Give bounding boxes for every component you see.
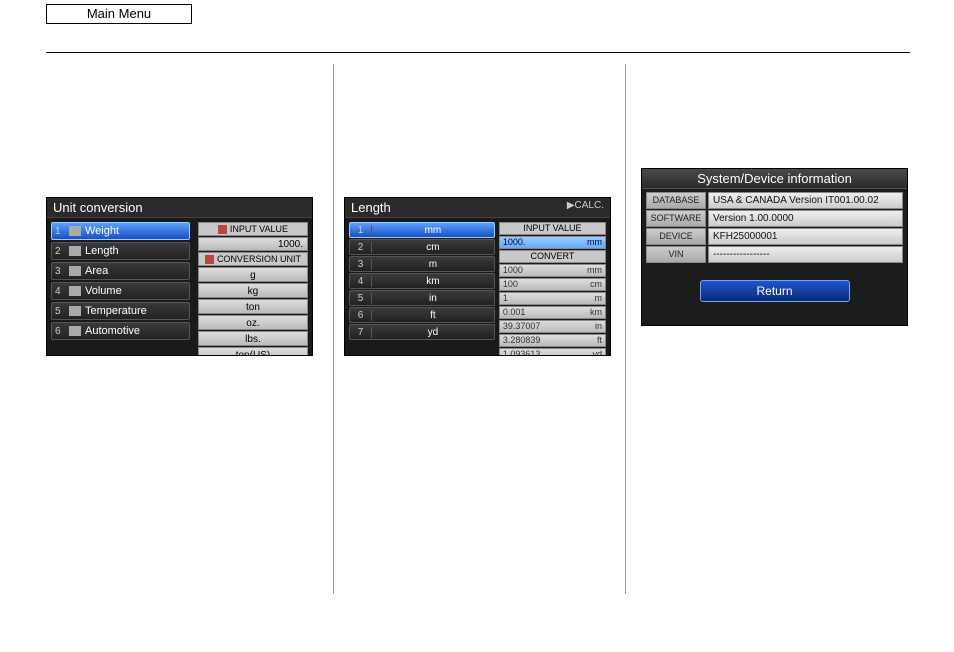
unit-conversion-panel: Unit conversion 1Weight 2Length 3Area 4V… <box>46 197 313 356</box>
info-vin-label: VIN <box>646 246 706 263</box>
category-volume[interactable]: 4Volume <box>51 282 190 300</box>
convert-header: CONVERT <box>499 250 606 263</box>
category-automotive[interactable]: 6Automotive <box>51 322 190 340</box>
info-database-row: DATABASE USA & CANADA Version IT001.00.0… <box>646 192 903 209</box>
check-icon <box>218 225 227 234</box>
category-length[interactable]: 2Length <box>51 242 190 260</box>
length-row-m[interactable]: 3m <box>349 256 495 272</box>
category-area[interactable]: 3Area <box>51 262 190 280</box>
unit-lbs[interactable]: lbs. <box>198 331 308 346</box>
length-title: Length <box>351 200 391 215</box>
length-row-mm[interactable]: 1mm <box>349 222 495 238</box>
unit-kg[interactable]: kg <box>198 283 308 298</box>
info-software-label: SOFTWARE <box>646 210 706 227</box>
input-value-row[interactable]: 1000.mm <box>499 236 606 249</box>
main-menu-button[interactable]: Main Menu <box>46 4 192 24</box>
info-database-label: DATABASE <box>646 192 706 209</box>
length-row-cm[interactable]: 2cm <box>349 239 495 255</box>
unit-oz[interactable]: oz. <box>198 315 308 330</box>
return-button[interactable]: Return <box>700 280 850 302</box>
length-icon <box>69 246 81 256</box>
unit-g[interactable]: g <box>198 267 308 282</box>
result-yd: 1.093613yd <box>499 348 606 356</box>
input-value-header: INPUT VALUE <box>499 222 606 235</box>
length-panel: Length ▶CALC. 1mm 2cm 3m 4km 5in 6ft 7yd… <box>344 197 611 356</box>
automotive-icon <box>69 326 81 336</box>
unit-ton[interactable]: ton <box>198 299 308 314</box>
length-title-bar: Length ▶CALC. <box>345 198 610 218</box>
info-database-value: USA & CANADA Version IT001.00.02 <box>708 192 903 209</box>
result-in: 39.37007in <box>499 320 606 333</box>
input-value-header: INPUT VALUE <box>198 222 308 236</box>
info-software-value: Version 1.00.0000 <box>708 210 903 227</box>
info-device-value: KFH25000001 <box>708 228 903 245</box>
result-mm: 1000mm <box>499 264 606 277</box>
length-row-ft[interactable]: 6ft <box>349 307 495 323</box>
area-icon <box>69 266 81 276</box>
length-row-in[interactable]: 5in <box>349 290 495 306</box>
info-vin-value: ----------------- <box>708 246 903 263</box>
divider-vertical-1 <box>333 64 334 594</box>
info-software-row: SOFTWARE Version 1.00.0000 <box>646 210 903 227</box>
length-row-km[interactable]: 4km <box>349 273 495 289</box>
result-km: 0.001km <box>499 306 606 319</box>
category-weight[interactable]: 1Weight <box>51 222 190 240</box>
unit-ton-us[interactable]: ton(US) <box>198 347 308 356</box>
input-value[interactable]: 1000. <box>198 237 308 251</box>
system-device-panel: System/Device information DATABASE USA &… <box>641 168 908 326</box>
unit-conversion-title: Unit conversion <box>47 198 312 218</box>
divider-horizontal <box>46 52 910 53</box>
check-icon <box>205 255 214 264</box>
conversion-unit-header: CONVERSION UNIT <box>198 252 308 266</box>
result-m: 1m <box>499 292 606 305</box>
temperature-icon <box>69 306 81 316</box>
result-ft: 3.280839ft <box>499 334 606 347</box>
info-device-row: DEVICE KFH25000001 <box>646 228 903 245</box>
calc-button[interactable]: ▶CALC. <box>567 200 604 215</box>
length-row-yd[interactable]: 7yd <box>349 324 495 340</box>
result-cm: 100cm <box>499 278 606 291</box>
system-device-title: System/Device information <box>642 169 907 189</box>
volume-icon <box>69 286 81 296</box>
weight-icon <box>69 226 81 236</box>
divider-vertical-2 <box>625 64 626 594</box>
info-vin-row: VIN ----------------- <box>646 246 903 263</box>
category-temperature[interactable]: 5Temperature <box>51 302 190 320</box>
info-device-label: DEVICE <box>646 228 706 245</box>
